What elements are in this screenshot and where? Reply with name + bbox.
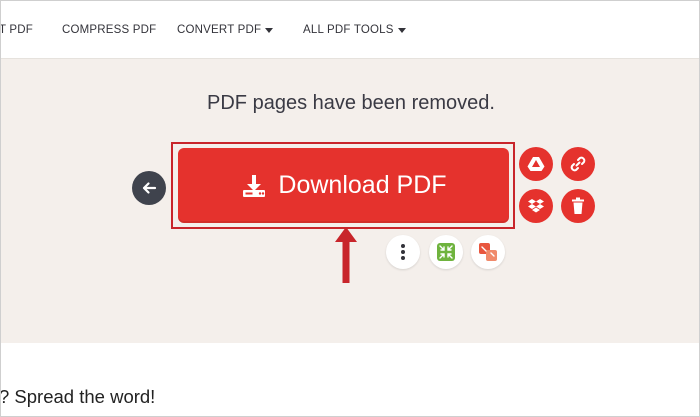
result-title: PDF pages have been removed. xyxy=(207,92,495,114)
copy-link-button[interactable] xyxy=(561,147,595,181)
nav-item-convert-pdf[interactable]: CONVERT PDF xyxy=(177,24,274,36)
save-to-drive-button[interactable] xyxy=(519,147,553,181)
arrow-left-icon xyxy=(142,182,157,194)
nav-item-compress-pdf[interactable]: COMPRESS PDF xyxy=(62,24,156,36)
delete-button[interactable] xyxy=(561,189,595,223)
download-pdf-button[interactable]: Download PDF xyxy=(178,148,509,223)
result-panel: PDF pages have been removed. Download PD… xyxy=(1,59,699,343)
nav-item-label: CONVERT PDF xyxy=(177,24,262,36)
top-nav: T PDF COMPRESS PDF CONVERT PDF ALL PDF T… xyxy=(0,1,699,59)
download-icon xyxy=(243,174,266,197)
link-icon xyxy=(570,156,586,172)
back-button[interactable] xyxy=(132,171,166,205)
spread-the-word-heading: ? Spread the word! xyxy=(0,386,156,407)
more-options-button[interactable] xyxy=(386,235,420,269)
caret-down-icon xyxy=(397,28,406,33)
save-to-dropbox-button[interactable] xyxy=(519,189,553,223)
compress-pdf-button[interactable] xyxy=(429,235,463,269)
pointer-arrow xyxy=(335,227,357,283)
more-vertical-icon xyxy=(401,244,405,260)
split-icon xyxy=(479,243,497,261)
trash-icon xyxy=(572,197,584,214)
split-pdf-button[interactable] xyxy=(471,235,505,269)
download-label: Download PDF xyxy=(278,171,447,199)
page: T PDF COMPRESS PDF CONVERT PDF ALL PDF T… xyxy=(0,0,700,417)
google-drive-icon xyxy=(527,157,545,171)
dropbox-icon xyxy=(528,199,544,213)
compress-icon xyxy=(437,243,455,261)
caret-down-icon xyxy=(265,28,274,33)
nav-item-all-pdf-tools[interactable]: ALL PDF TOOLS xyxy=(303,24,406,36)
nav-item-label: ALL PDF TOOLS xyxy=(303,24,394,36)
nav-item-label: COMPRESS PDF xyxy=(62,24,157,36)
nav-item-label: T PDF xyxy=(0,24,34,36)
nav-item-split-pdf[interactable]: T PDF xyxy=(0,24,34,36)
